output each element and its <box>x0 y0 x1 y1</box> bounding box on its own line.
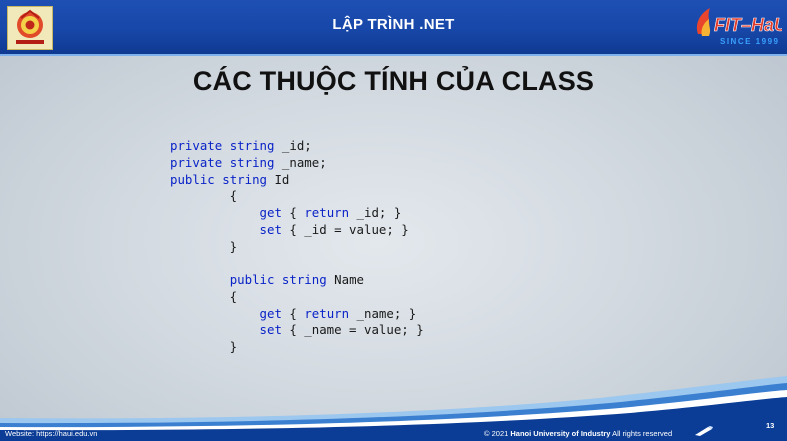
code-line: private string _name; <box>170 154 327 170</box>
footer-website: Website: https://haui.edu.vn <box>5 429 98 438</box>
code-line: public string Name <box>229 272 364 287</box>
course-title: LẬP TRÌNH .NET <box>332 16 455 33</box>
code-line: { <box>170 188 238 204</box>
code-block: private string _id; private string _name;… <box>170 138 424 356</box>
code-line: set { _id = value; } <box>259 221 409 237</box>
code-line: public string Id <box>170 171 290 187</box>
pen-icon <box>695 426 713 436</box>
svg-text:FIT–HaUI: FIT–HaUI <box>714 15 782 35</box>
fit-haui-logo: FIT–HaUI SINCE 1999 <box>690 4 787 50</box>
code-line: set { _name = value; } <box>259 322 424 338</box>
svg-text:SINCE 1999: SINCE 1999 <box>720 37 779 46</box>
code-line: get { return _id; } <box>259 205 402 220</box>
page-number: 13 <box>766 421 775 430</box>
slide: LẬP TRÌNH .NET FIT–HaUI SINCE 1999 CÁC T… <box>0 0 787 441</box>
code-line: } <box>170 339 238 354</box>
code-line: { <box>170 288 238 304</box>
footer-copyright: © 2021 Hanoi University of Industry All … <box>484 429 673 438</box>
slide-title: CÁC THUỘC TÍNH CỦA CLASS <box>192 66 595 96</box>
code-line: private string _id; <box>170 138 312 153</box>
code-line: get { return _name; } <box>259 305 417 321</box>
code-line: } <box>170 238 238 254</box>
slide-header: LẬP TRÌNH .NET FIT–HaUI SINCE 1999 <box>0 0 787 56</box>
